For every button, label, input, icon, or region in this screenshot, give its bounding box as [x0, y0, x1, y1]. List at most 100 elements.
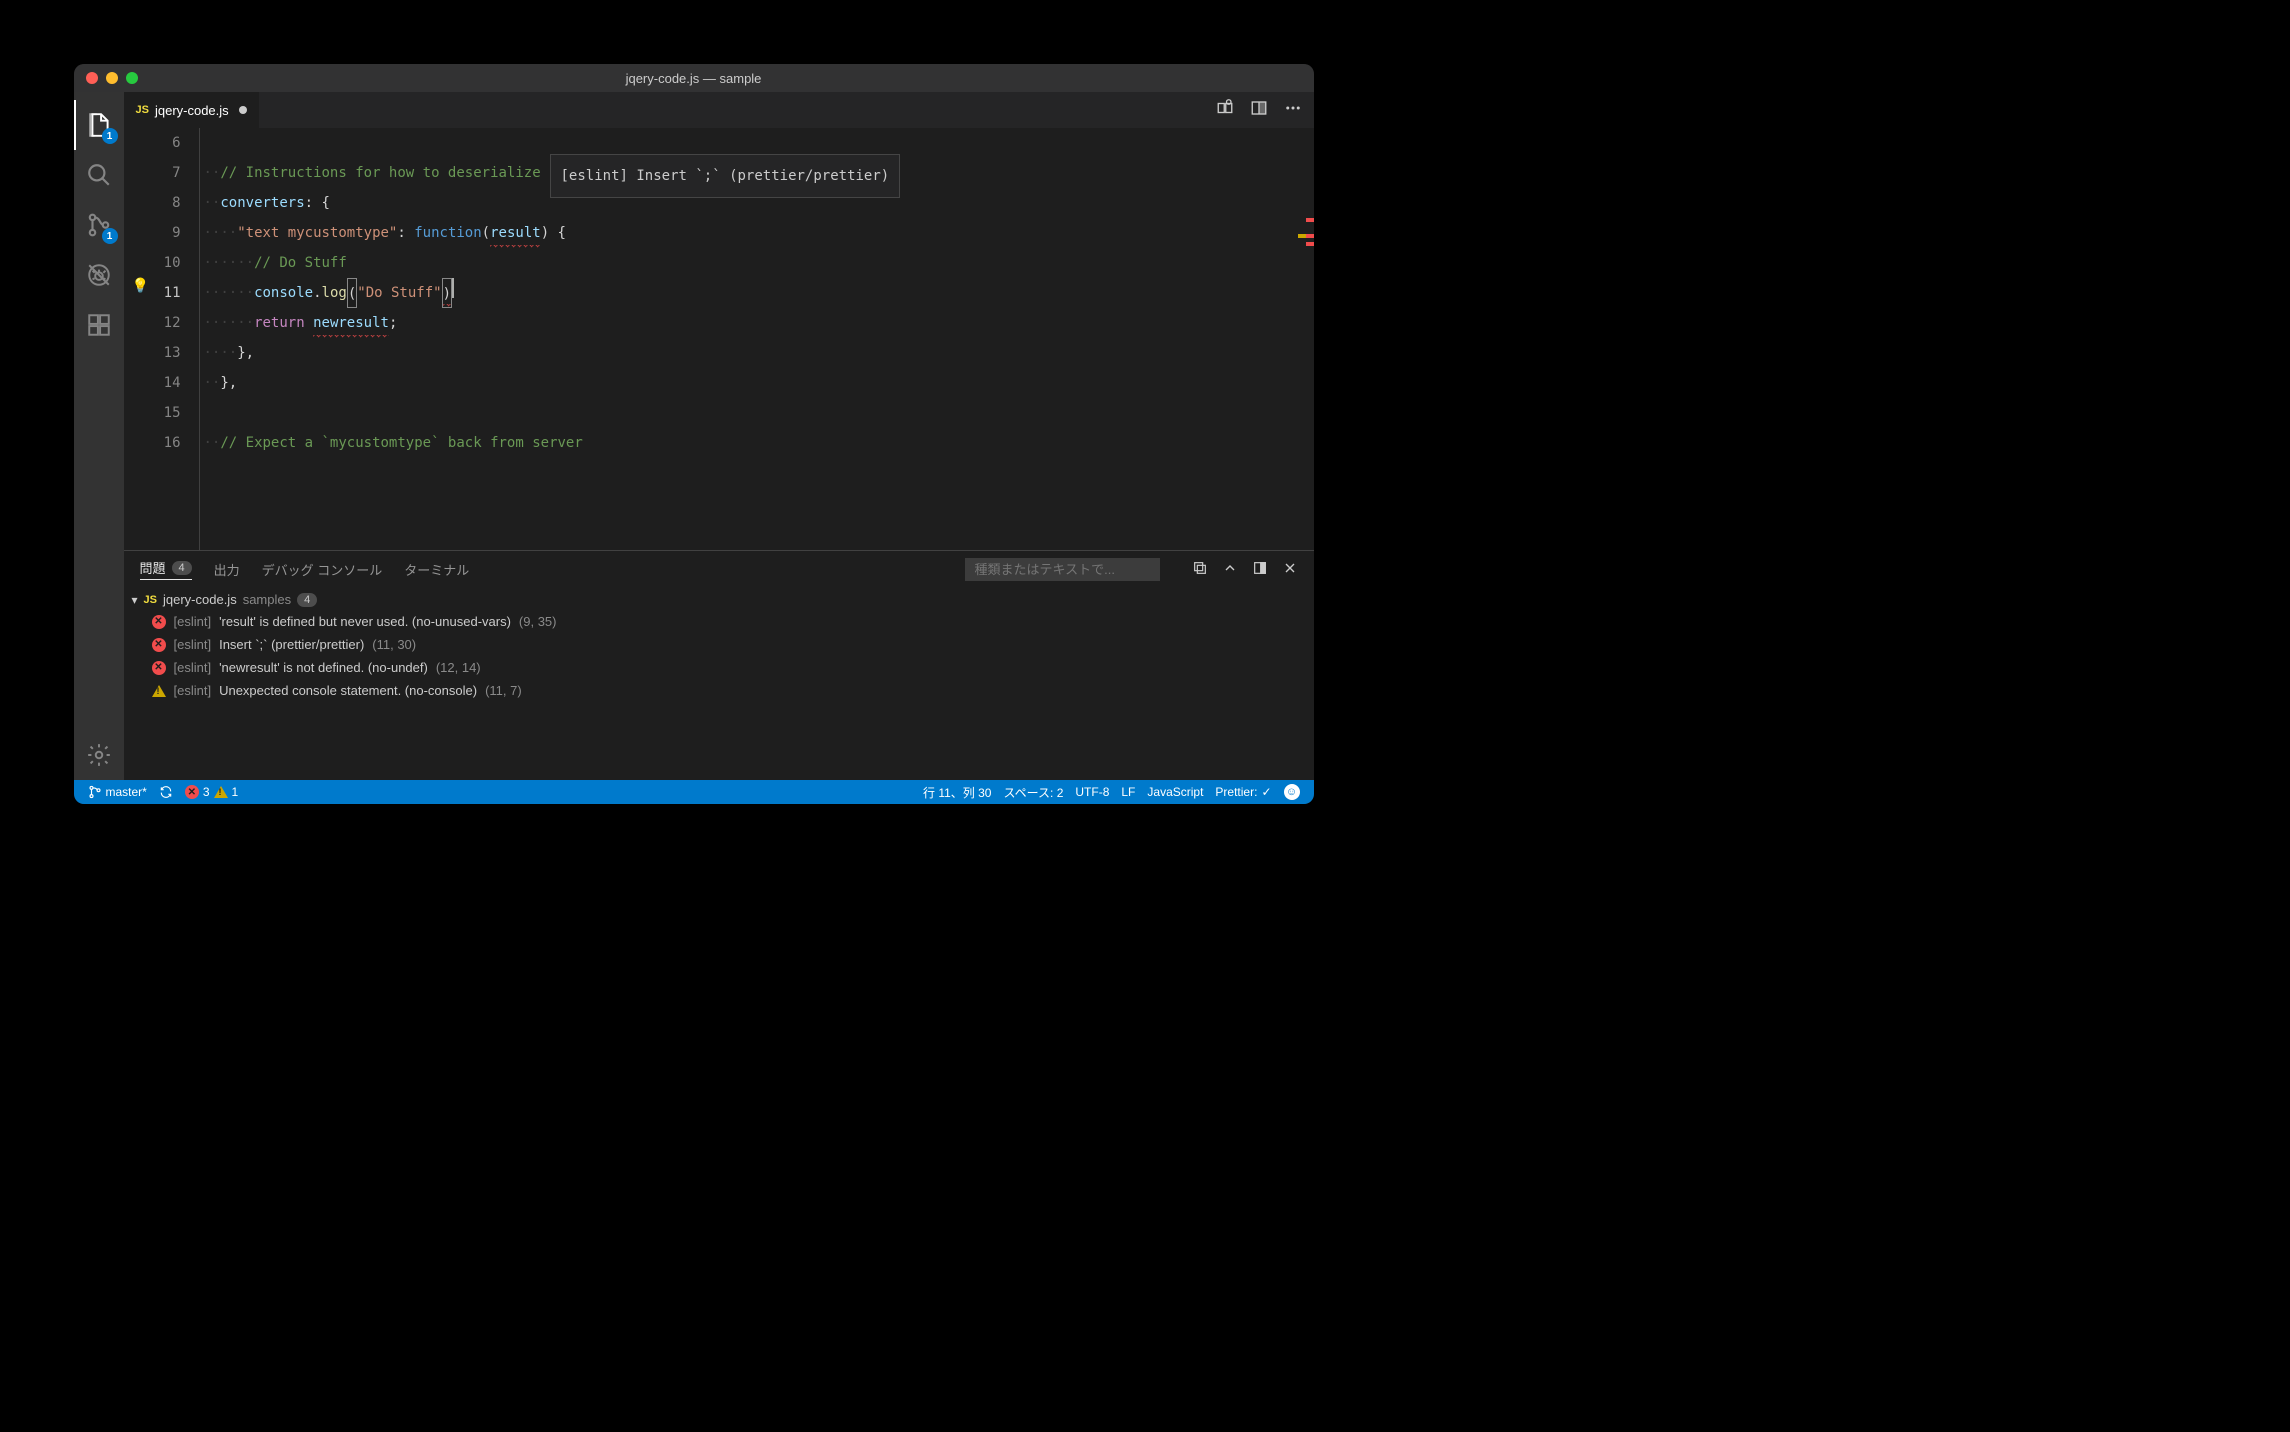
glyph-margin: 💡	[124, 128, 154, 550]
maximize-panel-icon[interactable]	[1252, 560, 1268, 579]
scm-icon[interactable]: 1	[74, 200, 124, 250]
panel: 問題 4 出力 デバッグ コンソール ターミナル	[124, 550, 1314, 780]
indentation-status[interactable]: スペース: 2	[997, 780, 1069, 804]
code-key: converters	[220, 188, 304, 218]
problem-source: [eslint]	[174, 683, 212, 698]
error-icon: ✕	[152, 661, 166, 675]
tab-label: jqery-code.js	[155, 103, 229, 118]
chevron-up-icon[interactable]	[1222, 560, 1238, 579]
compare-icon[interactable]	[1216, 99, 1234, 122]
debug-icon[interactable]	[74, 250, 124, 300]
close-icon[interactable]	[86, 72, 98, 84]
code-area[interactable]: ··// Instructions for how to deserialize…	[199, 128, 1296, 550]
scm-badge: 1	[102, 228, 118, 244]
line-number: 7	[154, 158, 181, 188]
line-number: 11	[154, 278, 181, 308]
line-number: 13	[154, 338, 181, 368]
errors-warnings-status[interactable]: ✕ 3 1	[179, 780, 244, 804]
line-number: 8	[154, 188, 181, 218]
feedback-icon[interactable]: ☺	[1278, 780, 1306, 804]
problem-message: Insert `;` (prettier/prettier)	[219, 637, 364, 652]
warning-icon	[152, 685, 166, 697]
file-problem-count: 4	[297, 593, 317, 607]
chevron-down-icon[interactable]: ▾	[132, 593, 138, 607]
tab-bar: JS jqery-code.js	[124, 92, 1314, 128]
close-panel-icon[interactable]	[1282, 560, 1298, 579]
dirty-indicator-icon	[239, 106, 247, 114]
problem-item[interactable]: [eslint]Unexpected console statement. (n…	[124, 679, 1314, 702]
statusbar: master* ✕ 3 1 行 11、列 30 スペース: 2 UTF-8 LF…	[74, 780, 1314, 804]
cursor-position[interactable]: 行 11、列 30	[917, 780, 997, 804]
problems-filter-input[interactable]	[965, 558, 1160, 581]
titlebar[interactable]: jqery-code.js — sample	[74, 64, 1314, 92]
minimize-icon[interactable]	[106, 72, 118, 84]
language-status[interactable]: JavaScript	[1141, 780, 1209, 804]
problem-source: [eslint]	[174, 614, 212, 629]
line-number: 16	[154, 428, 181, 458]
warning-icon	[214, 786, 228, 798]
tab-debug-console[interactable]: デバッグ コンソール	[262, 560, 383, 579]
prettier-status[interactable]: Prettier:	[1209, 780, 1277, 804]
line-number: 9	[154, 218, 181, 248]
line-number: 10	[154, 248, 181, 278]
problem-location: (11, 7)	[485, 683, 522, 698]
content-area: JS jqery-code.js 💡 678910111213141516	[124, 92, 1314, 780]
tab-problems[interactable]: 問題 4	[140, 558, 192, 580]
problem-message: 'newresult' is not defined. (no-undef)	[219, 660, 428, 675]
error-icon: ✕	[152, 615, 166, 629]
problem-location: (12, 14)	[436, 660, 481, 675]
window-title: jqery-code.js — sample	[626, 71, 762, 86]
line-number: 15	[154, 398, 181, 428]
collapse-all-icon[interactable]	[1192, 560, 1208, 579]
main-area: 1 1 JS jqery-co	[74, 92, 1314, 780]
tab-output[interactable]: 出力	[214, 560, 240, 579]
encoding-status[interactable]: UTF-8	[1069, 780, 1115, 804]
problems-list: ▾ JS jqery-code.js samples 4 ✕ [eslint] 'r…	[124, 587, 1314, 780]
line-numbers: 678910111213141516	[154, 128, 199, 550]
panel-actions	[1192, 560, 1298, 579]
problem-message: 'result' is defined but never used. (no-…	[219, 614, 511, 629]
check-icon	[1261, 785, 1271, 799]
problem-location: (9, 35)	[519, 614, 557, 629]
explorer-icon[interactable]: 1	[74, 100, 124, 150]
problem-item[interactable]: ✕ [eslint] 'newresult' is not defined. (no…	[124, 656, 1314, 679]
minimap-error-mark	[1306, 242, 1314, 246]
maximize-icon[interactable]	[126, 72, 138, 84]
minimap-warning-mark	[1298, 234, 1306, 238]
settings-gear-icon[interactable]	[74, 730, 124, 780]
problem-location: (11, 30)	[372, 637, 416, 652]
editor-actions	[1216, 99, 1314, 122]
hover-tooltip: [eslint] Insert `;` (prettier/prettier)	[550, 154, 901, 198]
lightbulb-icon[interactable]: 💡	[132, 278, 149, 294]
js-file-icon: JS	[144, 594, 157, 606]
extensions-icon[interactable]	[74, 300, 124, 350]
explorer-badge: 1	[102, 128, 118, 144]
line-number: 14	[154, 368, 181, 398]
branch-status[interactable]: master*	[82, 780, 153, 804]
sync-icon[interactable]	[153, 780, 179, 804]
minimap-error-mark	[1306, 218, 1314, 222]
eol-status[interactable]: LF	[1115, 780, 1141, 804]
problem-file-header[interactable]: ▾ JS jqery-code.js samples 4	[124, 589, 1314, 610]
tab-file[interactable]: JS jqery-code.js	[124, 92, 259, 128]
error-icon: ✕	[152, 638, 166, 652]
search-icon[interactable]	[74, 150, 124, 200]
problem-source: [eslint]	[174, 660, 212, 675]
problem-item[interactable]: ✕ [eslint] 'result' is defined but never u…	[124, 610, 1314, 633]
problems-count: 4	[172, 561, 192, 575]
error-icon: ✕	[185, 785, 199, 799]
split-editor-icon[interactable]	[1250, 99, 1268, 122]
problem-source: [eslint]	[174, 637, 212, 652]
problem-item[interactable]: ✕ [eslint] Insert `;` (prettier/prettier) (…	[124, 633, 1314, 656]
problem-file-name: jqery-code.js	[163, 592, 237, 607]
minimap-error-mark	[1306, 234, 1314, 238]
editor[interactable]: 💡 678910111213141516 ··// Instructions f…	[124, 128, 1314, 550]
line-number: 6	[154, 128, 181, 158]
tab-terminal[interactable]: ターミナル	[404, 560, 469, 579]
panel-tabs: 問題 4 出力 デバッグ コンソール ターミナル	[124, 551, 1314, 587]
minimap[interactable]	[1296, 128, 1314, 550]
traffic-lights	[86, 72, 138, 84]
problem-file-path: samples	[243, 592, 291, 607]
line-number: 12	[154, 308, 181, 338]
more-icon[interactable]	[1284, 99, 1302, 122]
